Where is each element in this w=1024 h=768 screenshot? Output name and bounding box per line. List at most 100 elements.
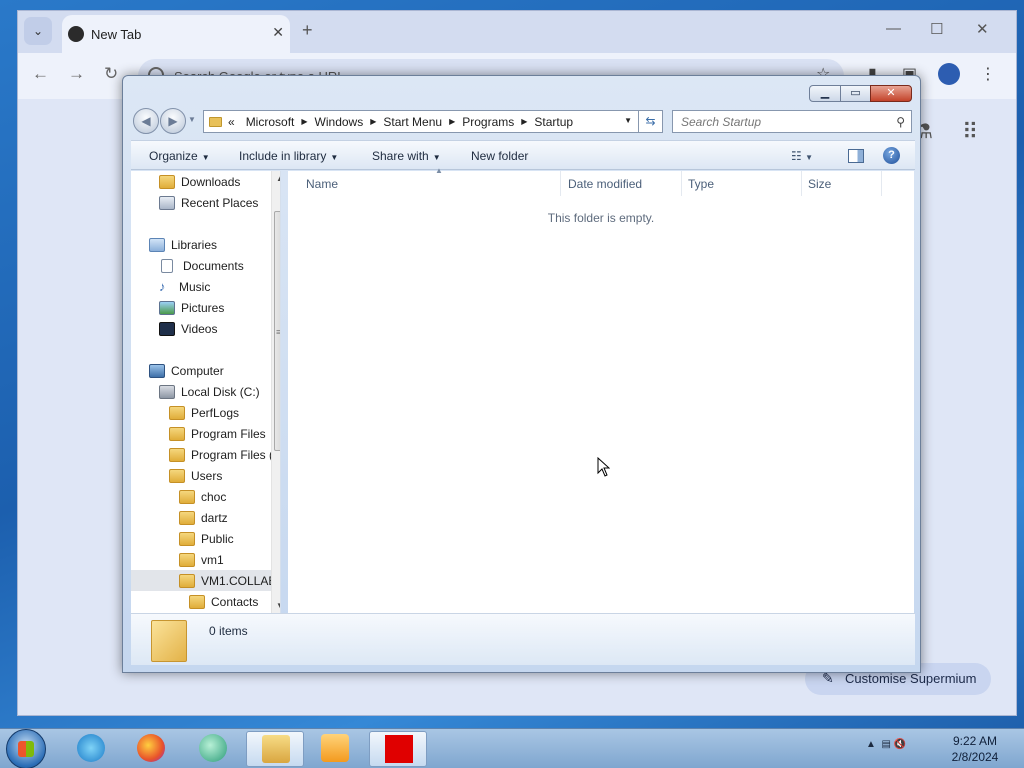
nav-item-perflogs[interactable]: PerfLogs [169,402,239,423]
chevron-right-icon[interactable]: ▶ [521,117,527,126]
taskbar-media-player[interactable] [306,731,364,767]
taskbar-internet-explorer[interactable] [62,731,120,767]
locked-folder-icon [179,573,195,588]
nav-item-downloads[interactable]: Downloads [159,171,240,192]
column-header-size[interactable]: Size [802,171,882,196]
include-in-library-button[interactable]: Include in library ▼ [239,149,338,163]
empty-folder-message: This folder is empty. [547,211,655,225]
nav-item-local-disk[interactable]: Local Disk (C:) [159,381,260,402]
change-view-icon[interactable]: ☷ ▼ [791,149,813,163]
refresh-button[interactable]: ⇆ [639,110,663,133]
recent-pages-chevron-icon[interactable]: ▼ [188,115,196,124]
explorer-window: ▁ ▭ ✕ ◀ ▶ ▼ « Microsoft ▶ Windows ▶ Star… [122,75,921,673]
nav-item-vm1[interactable]: vm1 [179,549,224,570]
search-icon[interactable]: ⚲ [896,115,905,129]
search-input[interactable]: Search Startup ⚲ [672,110,912,133]
video-film-icon [159,321,175,336]
minimize-button[interactable]: ▁ [809,85,841,102]
reload-icon[interactable]: ↻ [104,64,118,84]
chevron-right-icon[interactable]: ▶ [301,117,307,126]
nav-item-libraries[interactable]: Libraries [149,234,217,255]
breadcrumb-microsoft[interactable]: Microsoft [246,115,295,129]
chevron-down-icon: ▼ [201,153,210,162]
nav-item-music[interactable]: ♪ Music [159,276,210,297]
taskbar-red-app[interactable] [369,731,427,767]
media-player-icon [321,734,349,762]
minimize-icon[interactable]: — [886,20,901,37]
nav-scrollbar[interactable]: ▲ ≡ ▼ [271,171,280,613]
nav-item-recent-places[interactable]: Recent Places [159,192,258,213]
nav-item-choc[interactable]: choc [179,486,226,507]
close-icon[interactable]: ✕ [976,20,989,38]
column-header-name[interactable]: Name ▲ [300,166,561,196]
new-folder-button[interactable]: New folder [471,149,528,163]
scroll-down-icon[interactable]: ▼ [276,601,280,610]
computer-icon [149,363,165,378]
column-header-type[interactable]: Type [682,171,802,196]
music-note-icon: ♪ [159,278,166,294]
organize-button[interactable]: Organize ▼ [149,149,210,163]
taskbar-windows-explorer[interactable] [246,731,304,767]
new-tab-button[interactable]: + [302,20,313,41]
supermium-icon [199,734,227,762]
taskbar: ▲ ▤ 🔇 9:22 AM 2/8/2024 [0,728,1024,768]
forward-icon[interactable]: → [68,64,85,84]
browser-tab[interactable]: New Tab ✕ [62,15,290,53]
profile-avatar[interactable] [938,63,960,85]
maximize-icon[interactable]: ☐ [930,20,943,38]
chevron-right-icon[interactable]: ▶ [370,117,376,126]
nav-item-users[interactable]: Users [169,465,222,486]
menu-kebab-icon[interactable]: ⋮ [980,64,996,84]
share-with-button[interactable]: Share with ▼ [372,149,441,163]
column-header-date-modified[interactable]: Date modified [562,171,682,196]
document-icon [161,258,173,273]
customise-label: Customise Supermium [845,671,977,686]
address-bar[interactable]: « Microsoft ▶ Windows ▶ Start Menu ▶ Pro… [203,110,639,133]
folder-icon [179,552,195,567]
forward-button[interactable]: ▶ [160,108,186,134]
firefox-icon [137,734,165,762]
nav-item-contacts[interactable]: Contacts [189,591,258,612]
nav-item-computer[interactable]: Computer [149,360,224,381]
apps-grid-icon[interactable]: ⠿ [962,119,978,145]
nav-item-pictures[interactable]: Pictures [159,297,224,318]
taskbar-supermium[interactable] [184,731,242,767]
sort-ascending-icon: ▲ [435,166,443,175]
libraries-icon [149,237,165,252]
nav-item-videos[interactable]: Videos [159,318,217,339]
chevron-down-icon: ▼ [432,153,441,162]
preview-pane-icon[interactable] [848,149,864,163]
chevron-right-icon[interactable]: ▶ [449,117,455,126]
tray-icons[interactable]: ▲ ▤ 🔇 [866,739,906,750]
nav-item-vm1-collab[interactable]: VM1.COLLAB [131,570,276,591]
scroll-up-icon[interactable]: ▲ [276,174,280,183]
nav-item-program-files[interactable]: Program Files [169,423,266,444]
breadcrumb-windows[interactable]: Windows [315,115,364,129]
breadcrumb-startup[interactable]: Startup [534,115,573,129]
navigation-row: ◀ ▶ ▼ « Microsoft ▶ Windows ▶ Start Menu… [131,107,915,134]
downloads-folder-icon [159,174,175,189]
taskbar-firefox[interactable] [122,731,180,767]
browser-tabstrip: ⌄ New Tab ✕ + — ☐ ✕ [18,11,1016,53]
close-button[interactable]: ✕ [870,85,912,102]
breadcrumb-start-menu[interactable]: Start Menu [383,115,442,129]
breadcrumb-overflow[interactable]: « [228,115,235,129]
tab-title: New Tab [91,27,142,42]
breadcrumb-programs[interactable]: Programs [462,115,514,129]
maximize-button[interactable]: ▭ [840,85,871,102]
nav-item-public[interactable]: Public [179,528,234,549]
help-icon[interactable]: ? [883,147,900,164]
system-clock[interactable]: 9:22 AM 2/8/2024 [945,733,1005,765]
windows-logo-icon [18,741,34,757]
start-button[interactable] [6,729,46,768]
nav-item-dartz[interactable]: dartz [179,507,228,528]
file-list[interactable]: Name ▲ Date modified Type Size This fold… [288,166,914,613]
back-button[interactable]: ◀ [133,108,159,134]
nav-item-documents[interactable]: Documents [161,255,244,276]
nav-item-program-files-x86[interactable]: Program Files ( [169,444,273,465]
back-icon[interactable]: ← [32,64,49,84]
tab-close-icon[interactable]: ✕ [272,24,284,41]
explorer-folder-icon [262,735,290,763]
address-history-chevron-icon[interactable]: ▼ [624,116,632,125]
tab-search-button[interactable]: ⌄ [24,17,52,45]
